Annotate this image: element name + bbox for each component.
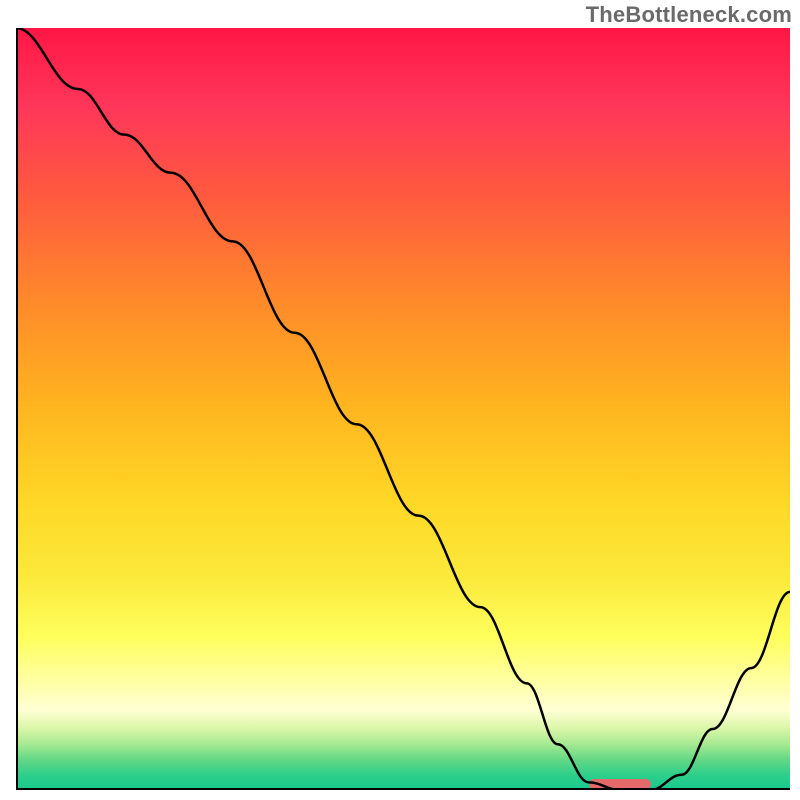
bottleneck-plot: [16, 28, 790, 790]
watermark-label: TheBottleneck.com: [586, 2, 792, 28]
bottleneck-curve: [16, 28, 790, 790]
